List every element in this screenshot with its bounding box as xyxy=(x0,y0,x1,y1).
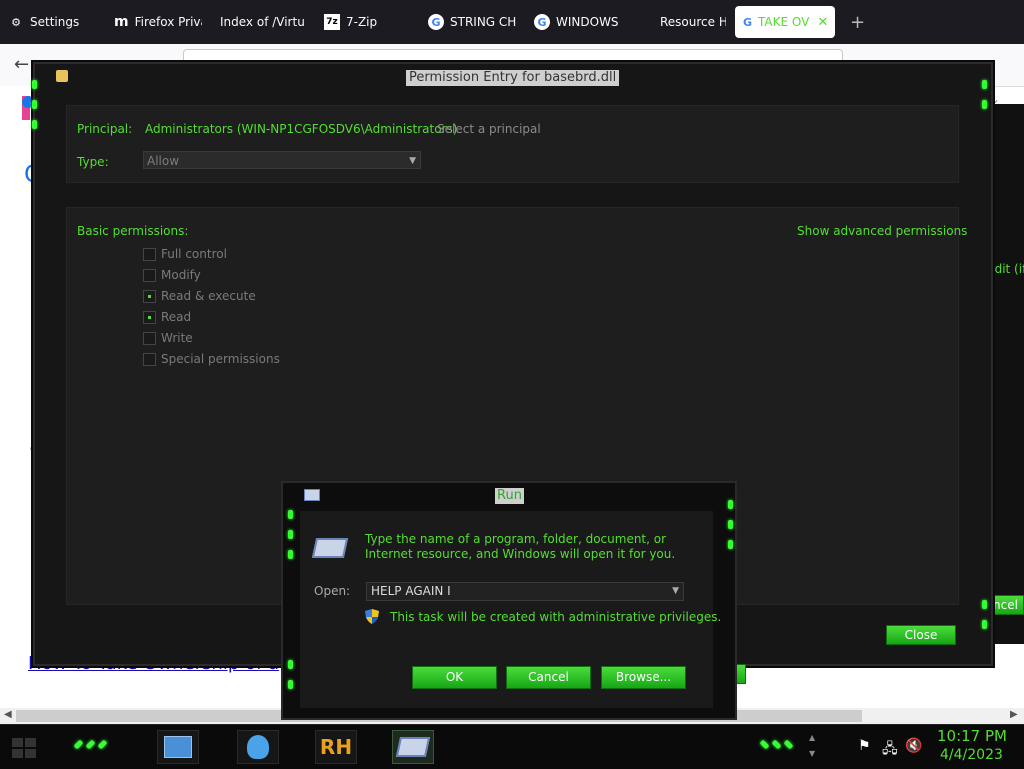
permission-read[interactable]: Read xyxy=(143,309,191,325)
tab-take-ownership[interactable]: G TAKE OV ✕ xyxy=(735,6,835,38)
dropdown-arrow-icon: ▼ xyxy=(409,156,416,166)
permission-modify[interactable]: Modify xyxy=(143,267,201,283)
frame-light xyxy=(32,120,37,129)
7zip-icon: 7z xyxy=(324,14,340,30)
permission-full-control[interactable]: Full control xyxy=(143,246,227,262)
flag-icon[interactable]: ⚑ xyxy=(858,738,871,754)
background-window xyxy=(988,104,1024,644)
taskbar-browser[interactable] xyxy=(237,730,279,764)
run-icon xyxy=(395,737,431,757)
rh-icon: RH xyxy=(319,735,353,759)
checkbox[interactable] xyxy=(143,268,156,282)
basic-permissions-label: Basic permissions: xyxy=(77,224,189,238)
frame-light xyxy=(982,80,987,89)
back-arrow-icon[interactable]: ← xyxy=(14,54,29,75)
tab-string-ch[interactable]: G STRING CH xyxy=(428,6,520,38)
dropdown-arrow-icon[interactable]: ▼ xyxy=(672,583,679,600)
open-input[interactable]: HELP AGAIN I ▼ xyxy=(366,582,684,601)
browse-button[interactable]: Browse... xyxy=(601,666,686,689)
frame-light xyxy=(288,680,293,689)
m-icon: m xyxy=(114,14,129,30)
permission-special[interactable]: Special permissions xyxy=(143,351,280,367)
tab-settings[interactable]: ⚙ Settings xyxy=(8,6,104,38)
volume-muted-icon[interactable]: 🔇 xyxy=(905,738,922,754)
tab-resource-hacker[interactable]: Resource H xyxy=(660,6,726,38)
new-tab-icon[interactable]: + xyxy=(850,12,865,33)
start-button[interactable] xyxy=(8,734,40,762)
google-icon: G xyxy=(534,14,550,30)
taskbar-scroll[interactable]: ▲ ▼ xyxy=(809,730,819,764)
tab-index-of[interactable]: Index of /Virtua xyxy=(220,6,304,38)
admin-privileges-note: This task will be created with administr… xyxy=(390,610,722,624)
open-label: Open: xyxy=(314,584,351,598)
principal-panel xyxy=(66,105,959,183)
permission-read-execute[interactable]: Read & execute xyxy=(143,288,256,304)
browser-icon xyxy=(247,735,269,759)
run-title-icon xyxy=(304,489,320,501)
run-description: Type the name of a program, folder, docu… xyxy=(365,532,676,561)
gear-icon: ⚙ xyxy=(11,15,21,29)
principal-value: Administrators (WIN-NP1CGFOSDV6\Administ… xyxy=(145,122,458,136)
show-advanced-permissions-link[interactable]: Show advanced permissions xyxy=(797,224,967,238)
frame-light xyxy=(982,100,987,109)
control-panel-icon xyxy=(164,736,192,758)
clock-time[interactable]: 10:17 PM xyxy=(937,727,1007,745)
run-dialog-title: Run xyxy=(495,488,524,504)
checkbox-checked[interactable] xyxy=(143,310,156,324)
google-icon: G xyxy=(743,14,753,30)
clock-date[interactable]: 4/4/2023 xyxy=(940,747,1003,763)
frame-light xyxy=(288,510,293,519)
checkbox[interactable] xyxy=(143,352,156,366)
frame-light xyxy=(288,550,293,559)
frame-light xyxy=(32,80,37,89)
tab-firefox-privacy[interactable]: m Firefox Priva xyxy=(114,6,202,38)
checkbox[interactable] xyxy=(143,247,156,261)
frame-light xyxy=(728,520,733,529)
checkbox[interactable] xyxy=(143,331,156,345)
run-program-icon xyxy=(311,538,349,558)
scroll-right-icon[interactable]: ▶ xyxy=(1010,709,1018,720)
ok-button[interactable]: OK xyxy=(412,666,497,689)
frame-light xyxy=(288,660,293,669)
network-icon[interactable]: 🖧 xyxy=(882,738,898,762)
close-button[interactable]: Close xyxy=(886,625,956,645)
principal-label: Principal: xyxy=(77,122,133,136)
select-principal-link[interactable]: Select a principal xyxy=(437,122,541,136)
type-select[interactable]: Allow ▼ xyxy=(143,151,421,169)
cancel-button[interactable]: Cancel xyxy=(506,666,591,689)
frame-light xyxy=(982,600,987,609)
taskbar-run[interactable] xyxy=(392,730,434,764)
permission-dialog-title: Permission Entry for basebrd.dll xyxy=(406,70,620,86)
scroll-left-icon[interactable]: ◀ xyxy=(4,709,12,720)
frame-light xyxy=(288,530,293,539)
taskbar-resource-hacker[interactable]: RH xyxy=(315,730,357,764)
uac-shield-icon xyxy=(365,609,379,624)
close-tab-icon[interactable]: ✕ xyxy=(817,15,828,30)
tab-7zip[interactable]: 7z 7-Zip xyxy=(324,6,414,38)
windows-logo-icon xyxy=(12,738,36,758)
frame-light xyxy=(728,540,733,549)
frame-light xyxy=(728,500,733,509)
folder-icon xyxy=(56,70,68,82)
tab-windows[interactable]: G WINDOWS xyxy=(534,6,620,38)
google-icon: G xyxy=(428,14,444,30)
taskbar-control-panel[interactable] xyxy=(157,730,199,764)
frame-light xyxy=(982,620,987,629)
type-label: Type: xyxy=(77,155,109,169)
checkbox-checked[interactable] xyxy=(143,289,156,303)
frame-light xyxy=(32,100,37,109)
permission-write[interactable]: Write xyxy=(143,330,193,346)
